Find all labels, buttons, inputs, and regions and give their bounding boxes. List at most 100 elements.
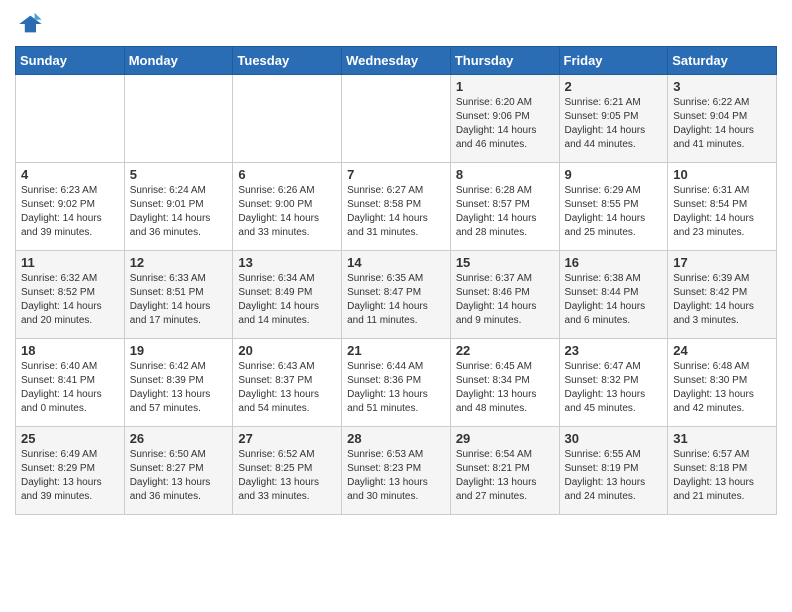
calendar-week-row: 4Sunrise: 6:23 AM Sunset: 9:02 PM Daylig… [16, 163, 777, 251]
calendar-week-row: 18 Sunrise: 6:40 AM Sunset: 8:41 PM Dayli… [16, 339, 777, 427]
weekday-header: Sunday [16, 47, 125, 75]
day-info: Sunrise: 6:40 AM Sunset: 8:41 PM Dayligh… [21, 360, 119, 416]
calendar-week-row: 25 Sunrise: 6:49 AM Sunset: 8:29 PM Dayli… [16, 427, 777, 515]
calendar-cell: 31 Sunrise: 6:57 AM Sunset: 8:18 PM Dayli… [668, 427, 777, 515]
calendar-cell: 12 Sunrise: 6:33 AM Sunset: 8:51 PM Dayli… [124, 251, 233, 339]
calendar-cell: 28 Sunrise: 6:53 AM Sunset: 8:23 PM Dayli… [342, 427, 451, 515]
calendar-cell: 6 Sunrise: 6:26 AM Sunset: 9:00 PM Daylig… [233, 163, 342, 251]
day-info: Sunrise: 6:28 AM Sunset: 8:57 PM Dayligh… [456, 184, 554, 240]
day-number: 23 [565, 343, 663, 358]
calendar-cell: 24Sunrise: 6:48 AM Sunset: 8:30 PM Dayli… [668, 339, 777, 427]
calendar-cell: 1 Sunrise: 6:20 AM Sunset: 9:06 PM Daylig… [450, 75, 559, 163]
day-info: Sunrise: 6:47 AM Sunset: 8:32 PM Dayligh… [565, 360, 663, 416]
calendar-cell: 8 Sunrise: 6:28 AM Sunset: 8:57 PM Daylig… [450, 163, 559, 251]
day-info: Sunrise: 6:39 AM Sunset: 8:42 PM Dayligh… [673, 272, 771, 328]
day-info: Sunrise: 6:21 AM Sunset: 9:05 PM Dayligh… [565, 96, 663, 152]
calendar-week-row: 1 Sunrise: 6:20 AM Sunset: 9:06 PM Daylig… [16, 75, 777, 163]
calendar-cell: 3Sunrise: 6:22 AM Sunset: 9:04 PM Daylig… [668, 75, 777, 163]
day-info: Sunrise: 6:32 AM Sunset: 8:52 PM Dayligh… [21, 272, 119, 328]
calendar-cell: 11 Sunrise: 6:32 AM Sunset: 8:52 PM Dayli… [16, 251, 125, 339]
day-number: 20 [238, 343, 336, 358]
calendar-header: SundayMondayTuesdayWednesdayThursdayFrid… [16, 47, 777, 75]
day-info: Sunrise: 6:38 AM Sunset: 8:44 PM Dayligh… [565, 272, 663, 328]
day-info: Sunrise: 6:20 AM Sunset: 9:06 PM Dayligh… [456, 96, 554, 152]
calendar-cell: 22 Sunrise: 6:45 AM Sunset: 8:34 PM Dayli… [450, 339, 559, 427]
header [15, 10, 777, 38]
day-number: 1 [456, 79, 554, 94]
day-number: 30 [565, 431, 663, 446]
weekday-header: Thursday [450, 47, 559, 75]
logo-icon [15, 10, 43, 38]
day-info: Sunrise: 6:27 AM Sunset: 8:58 PM Dayligh… [347, 184, 445, 240]
calendar-cell: 17 Sunrise: 6:39 AM Sunset: 8:42 PM Dayli… [668, 251, 777, 339]
weekday-header: Wednesday [342, 47, 451, 75]
day-number: 14 [347, 255, 445, 270]
calendar-cell: 10Sunrise: 6:31 AM Sunset: 8:54 PM Dayli… [668, 163, 777, 251]
day-info: Sunrise: 6:45 AM Sunset: 8:34 PM Dayligh… [456, 360, 554, 416]
day-number: 27 [238, 431, 336, 446]
calendar-cell [16, 75, 125, 163]
day-number: 22 [456, 343, 554, 358]
day-number: 16 [565, 255, 663, 270]
day-info: Sunrise: 6:22 AM Sunset: 9:04 PM Dayligh… [673, 96, 771, 152]
day-info: Sunrise: 6:48 AM Sunset: 8:30 PM Dayligh… [673, 360, 771, 416]
calendar-cell: 21Sunrise: 6:44 AM Sunset: 8:36 PM Dayli… [342, 339, 451, 427]
day-number: 6 [238, 167, 336, 182]
day-info: Sunrise: 6:53 AM Sunset: 8:23 PM Dayligh… [347, 448, 445, 504]
calendar-cell: 15 Sunrise: 6:37 AM Sunset: 8:46 PM Dayli… [450, 251, 559, 339]
calendar-cell: 23 Sunrise: 6:47 AM Sunset: 8:32 PM Dayli… [559, 339, 668, 427]
day-number: 4 [21, 167, 119, 182]
calendar-table: SundayMondayTuesdayWednesdayThursdayFrid… [15, 46, 777, 515]
calendar-cell: 13Sunrise: 6:34 AM Sunset: 8:49 PM Dayli… [233, 251, 342, 339]
calendar-week-row: 11 Sunrise: 6:32 AM Sunset: 8:52 PM Dayli… [16, 251, 777, 339]
day-number: 18 [21, 343, 119, 358]
calendar-cell: 5 Sunrise: 6:24 AM Sunset: 9:01 PM Daylig… [124, 163, 233, 251]
day-number: 2 [565, 79, 663, 94]
calendar-cell: 29Sunrise: 6:54 AM Sunset: 8:21 PM Dayli… [450, 427, 559, 515]
day-number: 5 [130, 167, 228, 182]
day-number: 10 [673, 167, 771, 182]
calendar-cell: 18 Sunrise: 6:40 AM Sunset: 8:41 PM Dayli… [16, 339, 125, 427]
day-number: 19 [130, 343, 228, 358]
day-number: 12 [130, 255, 228, 270]
calendar-cell: 16 Sunrise: 6:38 AM Sunset: 8:44 PM Dayli… [559, 251, 668, 339]
calendar-cell: 20 Sunrise: 6:43 AM Sunset: 8:37 PM Dayli… [233, 339, 342, 427]
day-info: Sunrise: 6:35 AM Sunset: 8:47 PM Dayligh… [347, 272, 445, 328]
weekday-header: Monday [124, 47, 233, 75]
day-info: Sunrise: 6:34 AM Sunset: 8:49 PM Dayligh… [238, 272, 336, 328]
calendar-cell: 14 Sunrise: 6:35 AM Sunset: 8:47 PM Dayli… [342, 251, 451, 339]
day-info: Sunrise: 6:44 AM Sunset: 8:36 PM Dayligh… [347, 360, 445, 416]
day-number: 31 [673, 431, 771, 446]
day-number: 8 [456, 167, 554, 182]
day-number: 11 [21, 255, 119, 270]
weekday-header: Tuesday [233, 47, 342, 75]
day-info: Sunrise: 6:57 AM Sunset: 8:18 PM Dayligh… [673, 448, 771, 504]
logo [15, 10, 47, 38]
calendar-body: 1 Sunrise: 6:20 AM Sunset: 9:06 PM Daylig… [16, 75, 777, 515]
day-info: Sunrise: 6:50 AM Sunset: 8:27 PM Dayligh… [130, 448, 228, 504]
day-info: Sunrise: 6:29 AM Sunset: 8:55 PM Dayligh… [565, 184, 663, 240]
day-number: 26 [130, 431, 228, 446]
weekday-header: Saturday [668, 47, 777, 75]
day-info: Sunrise: 6:55 AM Sunset: 8:19 PM Dayligh… [565, 448, 663, 504]
calendar-cell: 27 Sunrise: 6:52 AM Sunset: 8:25 PM Dayli… [233, 427, 342, 515]
day-number: 25 [21, 431, 119, 446]
day-number: 17 [673, 255, 771, 270]
calendar-cell [124, 75, 233, 163]
day-info: Sunrise: 6:33 AM Sunset: 8:51 PM Dayligh… [130, 272, 228, 328]
day-number: 7 [347, 167, 445, 182]
day-number: 15 [456, 255, 554, 270]
calendar-cell: 4Sunrise: 6:23 AM Sunset: 9:02 PM Daylig… [16, 163, 125, 251]
day-info: Sunrise: 6:52 AM Sunset: 8:25 PM Dayligh… [238, 448, 336, 504]
day-info: Sunrise: 6:43 AM Sunset: 8:37 PM Dayligh… [238, 360, 336, 416]
calendar-cell: 25 Sunrise: 6:49 AM Sunset: 8:29 PM Dayli… [16, 427, 125, 515]
day-info: Sunrise: 6:42 AM Sunset: 8:39 PM Dayligh… [130, 360, 228, 416]
day-number: 9 [565, 167, 663, 182]
day-info: Sunrise: 6:49 AM Sunset: 8:29 PM Dayligh… [21, 448, 119, 504]
day-info: Sunrise: 6:26 AM Sunset: 9:00 PM Dayligh… [238, 184, 336, 240]
day-info: Sunrise: 6:37 AM Sunset: 8:46 PM Dayligh… [456, 272, 554, 328]
day-number: 28 [347, 431, 445, 446]
calendar-cell: 9 Sunrise: 6:29 AM Sunset: 8:55 PM Daylig… [559, 163, 668, 251]
day-info: Sunrise: 6:24 AM Sunset: 9:01 PM Dayligh… [130, 184, 228, 240]
weekday-row: SundayMondayTuesdayWednesdayThursdayFrid… [16, 47, 777, 75]
